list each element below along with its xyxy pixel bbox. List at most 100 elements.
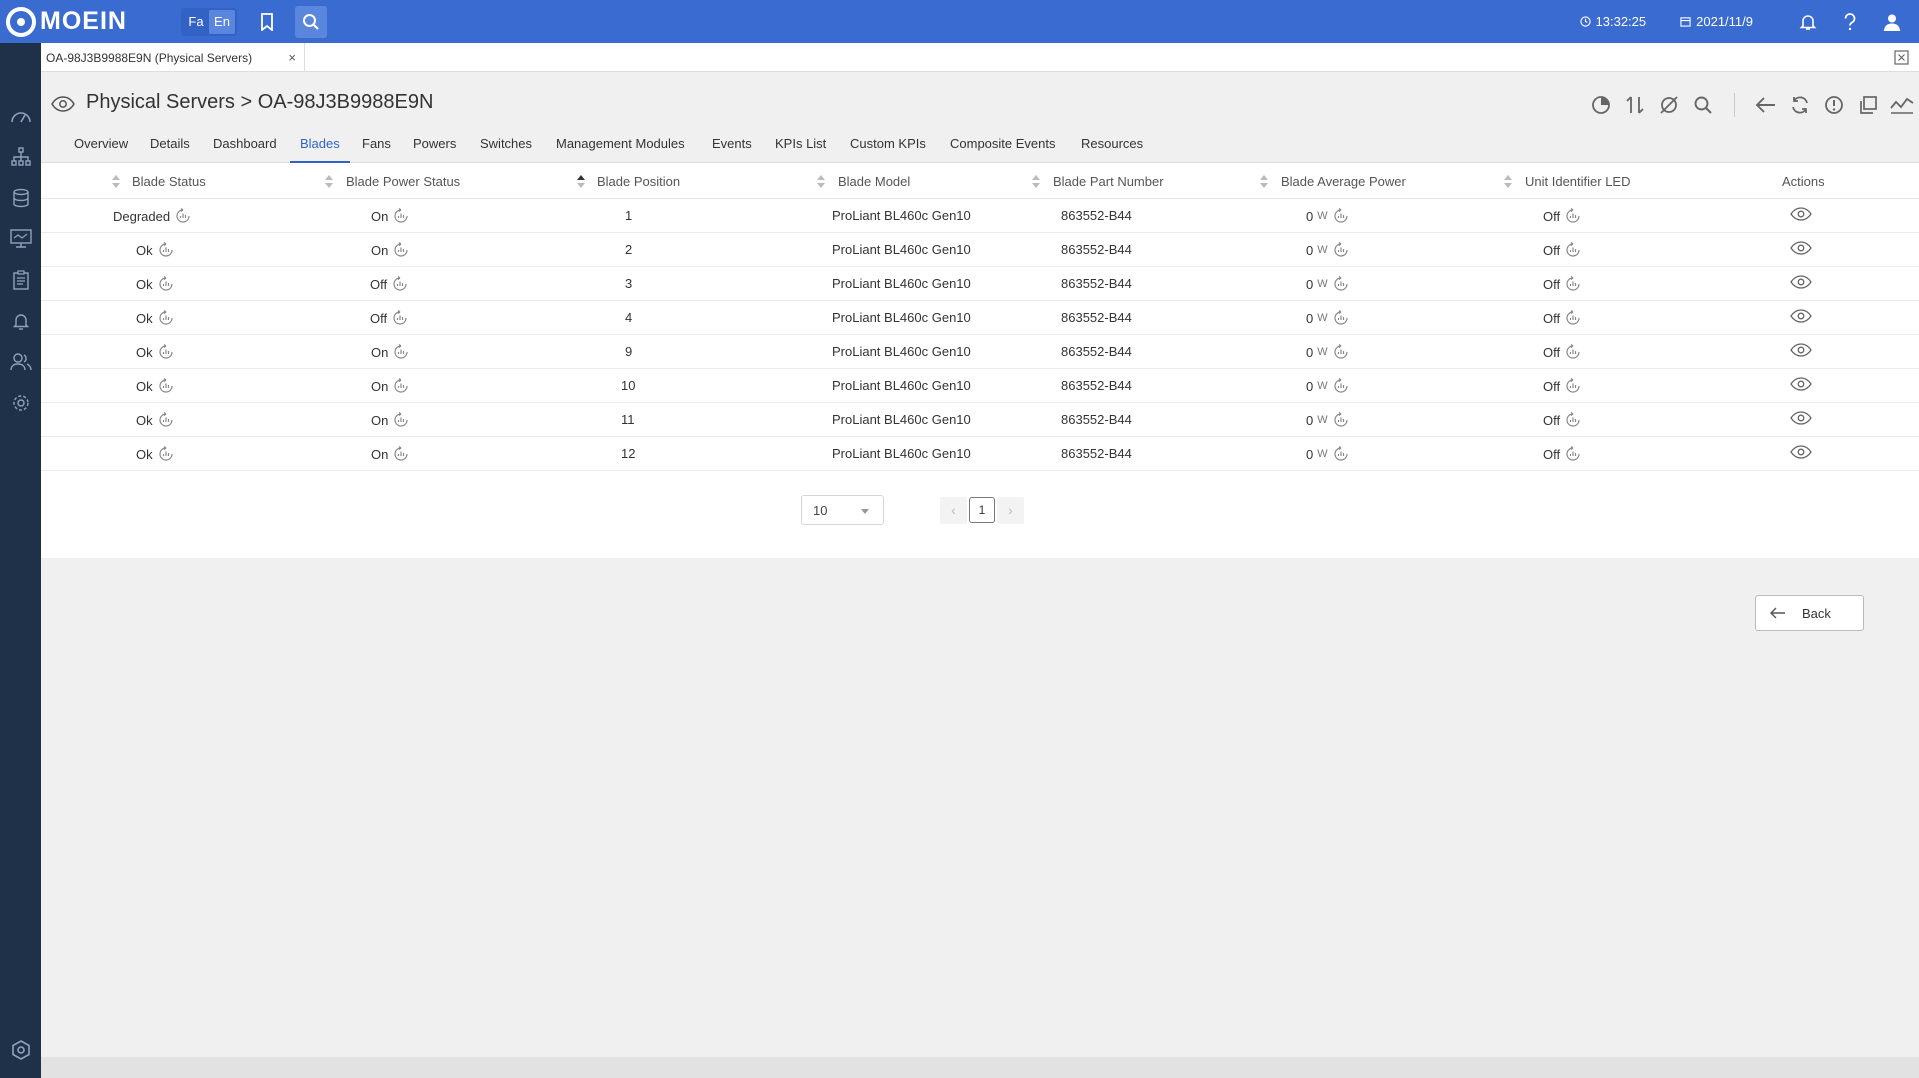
sort-blade-part-number[interactable] <box>1032 174 1040 190</box>
kpi-chart-icon[interactable] <box>1565 242 1581 258</box>
tab-blades[interactable]: Blades <box>290 136 350 163</box>
chart-off-icon[interactable] <box>1652 95 1686 115</box>
col-blade-average-power[interactable]: Blade Average Power <box>1281 174 1406 189</box>
clipboard-icon[interactable] <box>0 260 41 300</box>
users-icon[interactable] <box>0 342 41 382</box>
kpi-chart-icon[interactable] <box>1333 208 1349 224</box>
kpi-chart-icon[interactable] <box>1333 276 1349 292</box>
view-eye-icon[interactable] <box>1790 241 1812 255</box>
alert-icon[interactable] <box>1817 95 1851 115</box>
kpi-chart-icon[interactable] <box>1333 344 1349 360</box>
view-eye-icon[interactable] <box>1790 309 1812 323</box>
view-eye-icon[interactable] <box>1790 343 1812 357</box>
kpi-chart-icon[interactable] <box>1565 378 1581 394</box>
kpi-chart-icon[interactable] <box>393 344 409 360</box>
lang-fa-button[interactable]: Fa <box>183 10 209 34</box>
page-size-select[interactable]: 10 <box>801 495 884 525</box>
view-eye-icon[interactable] <box>1790 275 1812 289</box>
tab-events[interactable]: Events <box>712 136 752 163</box>
tab-management-modules[interactable]: Management Modules <box>556 136 685 163</box>
kpi-chart-icon[interactable] <box>158 242 174 258</box>
back-button[interactable]: Back <box>1755 595 1864 631</box>
tab-switches[interactable]: Switches <box>480 136 532 163</box>
kpi-chart-icon[interactable] <box>1565 310 1581 326</box>
col-unit-identifier-led[interactable]: Unit Identifier LED <box>1525 174 1631 189</box>
sort-unit-identifier-led[interactable] <box>1504 174 1512 190</box>
kpi-chart-icon[interactable] <box>1565 446 1581 462</box>
view-eye-icon[interactable] <box>1790 445 1812 459</box>
chart-pie-icon[interactable] <box>1584 95 1618 115</box>
trend-icon[interactable] <box>1885 95 1919 115</box>
close-icon[interactable]: × <box>288 50 296 65</box>
kpi-chart-icon[interactable] <box>1333 378 1349 394</box>
tab-overview[interactable]: Overview <box>74 136 128 163</box>
tab-powers[interactable]: Powers <box>413 136 456 163</box>
database-icon[interactable] <box>0 178 41 218</box>
sort-blade-position[interactable] <box>577 174 585 190</box>
tab-dashboard[interactable]: Dashboard <box>213 136 277 163</box>
kpi-chart-icon[interactable] <box>158 378 174 394</box>
kpi-chart-icon[interactable] <box>393 412 409 428</box>
kpi-chart-icon[interactable] <box>1565 208 1581 224</box>
kpi-chart-icon[interactable] <box>393 446 409 462</box>
kpi-chart-icon[interactable] <box>393 378 409 394</box>
col-blade-position[interactable]: Blade Position <box>597 174 680 189</box>
notification-bell-icon[interactable] <box>1787 13 1829 31</box>
tab-composite-events[interactable]: Composite Events <box>950 136 1056 163</box>
kpi-chart-icon[interactable] <box>393 208 409 224</box>
kpi-chart-icon[interactable] <box>1565 276 1581 292</box>
kpi-chart-icon[interactable] <box>1333 446 1349 462</box>
kpi-chart-icon[interactable] <box>1333 242 1349 258</box>
kpi-chart-icon[interactable] <box>158 276 174 292</box>
topology-icon[interactable] <box>0 137 41 177</box>
col-blade-status[interactable]: Blade Status <box>132 174 206 189</box>
sort-blade-status[interactable] <box>112 174 120 190</box>
view-eye-icon[interactable] <box>1790 207 1812 221</box>
kpi-chart-icon[interactable] <box>1333 310 1349 326</box>
sort-blade-model[interactable] <box>817 174 825 190</box>
close-all-tabs-icon[interactable] <box>1894 50 1909 70</box>
tab-resources[interactable]: Resources <box>1081 136 1143 163</box>
copy-icon[interactable] <box>1851 95 1885 115</box>
lang-en-button[interactable]: En <box>209 9 235 34</box>
kpi-chart-icon[interactable] <box>1565 412 1581 428</box>
search-icon[interactable] <box>1686 95 1720 115</box>
tab-custom-kpis[interactable]: Custom KPIs <box>850 136 926 163</box>
col-blade-power-status[interactable]: Blade Power Status <box>346 174 460 189</box>
sort-icon[interactable] <box>1618 95 1652 115</box>
kpi-chart-icon[interactable] <box>175 208 191 224</box>
tab-fans[interactable]: Fans <box>362 136 391 163</box>
kpi-chart-icon[interactable] <box>158 446 174 462</box>
bell-icon[interactable] <box>0 301 41 341</box>
sort-blade-power-status[interactable] <box>325 174 333 190</box>
kpi-chart-icon[interactable] <box>392 276 408 292</box>
gear-icon[interactable] <box>0 383 41 423</box>
kpi-chart-icon[interactable] <box>392 310 408 326</box>
sort-blade-average-power[interactable] <box>1260 174 1268 190</box>
user-icon[interactable] <box>1871 13 1913 31</box>
view-eye-icon[interactable] <box>1790 411 1812 425</box>
prev-page-button[interactable]: ‹ <box>940 496 967 524</box>
kpi-chart-icon[interactable] <box>158 310 174 326</box>
refresh-icon[interactable] <box>1783 95 1817 115</box>
arrow-left-icon[interactable] <box>1749 96 1783 114</box>
kpi-chart-icon[interactable] <box>1333 412 1349 428</box>
logo[interactable]: MOEIN <box>6 6 136 37</box>
tab-details[interactable]: Details <box>150 136 190 163</box>
document-tab[interactable]: OA-98J3B9988E9N (Physical Servers) × <box>41 43 305 72</box>
search-icon[interactable] <box>295 5 327 38</box>
kpi-chart-icon[interactable] <box>158 412 174 428</box>
app-logo-icon[interactable] <box>0 1030 41 1070</box>
monitor-icon[interactable] <box>0 219 41 259</box>
dashboard-icon[interactable] <box>0 96 41 136</box>
col-blade-part-number[interactable]: Blade Part Number <box>1053 174 1164 189</box>
kpi-chart-icon[interactable] <box>158 344 174 360</box>
kpi-chart-icon[interactable] <box>1565 344 1581 360</box>
bookmark-icon[interactable] <box>251 6 283 38</box>
tab-kpis-list[interactable]: KPIs List <box>775 136 826 163</box>
page-number-button[interactable]: 1 <box>969 497 995 523</box>
next-page-button[interactable]: › <box>997 496 1024 524</box>
help-icon[interactable] <box>1829 12 1871 31</box>
kpi-chart-icon[interactable] <box>393 242 409 258</box>
view-eye-icon[interactable] <box>1790 377 1812 391</box>
